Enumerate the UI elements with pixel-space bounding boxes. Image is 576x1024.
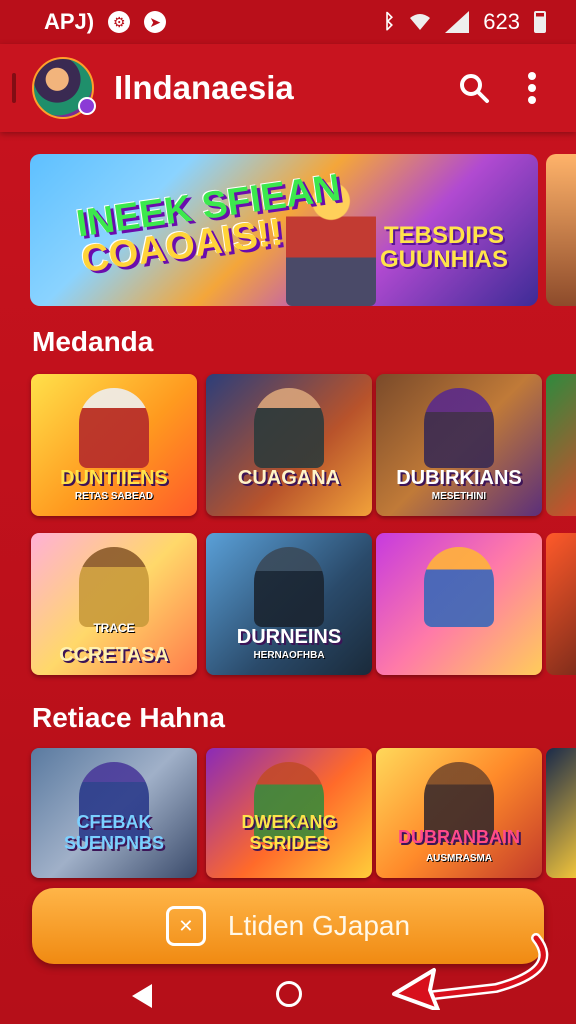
tile-peek[interactable] xyxy=(546,748,576,878)
next-banner-peek[interactable] xyxy=(546,154,576,306)
banner-subtitle-line2: GUUNHIAS xyxy=(380,246,509,273)
system-nav-bar xyxy=(0,964,576,1024)
tile-title: DUBIRKIANS xyxy=(396,467,522,489)
app-bar: Ilndanaesia xyxy=(0,44,576,132)
tile-title: CFEBAK SUENPNBS xyxy=(63,812,165,853)
game-tile[interactable]: TRACE CCRETASA xyxy=(31,533,197,675)
tile-title: CCRETASA xyxy=(59,644,169,666)
tile-title: DUBRANBAIN xyxy=(398,827,520,847)
tile-peek[interactable] xyxy=(546,533,576,675)
game-tile[interactable]: CFEBAK SUENPNBS xyxy=(31,748,197,878)
battery-text: 623 xyxy=(483,9,520,34)
more-button[interactable] xyxy=(508,64,556,112)
avatar[interactable] xyxy=(32,57,96,119)
tile-art xyxy=(254,388,324,468)
tile-art xyxy=(254,547,324,627)
game-tile[interactable]: DURNEINS HERNAOFHBA xyxy=(206,533,372,675)
game-tile[interactable]: DWEKANG SSRIDES xyxy=(206,748,372,878)
banner-subtitle: TEBSDIPS GUUNHIAS xyxy=(380,224,508,272)
tile-title: DUNTIIENS xyxy=(60,467,168,489)
tile-title: DURNEINS xyxy=(236,626,342,648)
tile-subtitle: HERNAOFHBA xyxy=(253,650,325,661)
status-carrier-text: APJ) xyxy=(44,9,95,34)
tile-title: DWEKANG SSRIDES xyxy=(241,812,337,853)
signal-icon xyxy=(445,11,470,33)
tile-subtitle: AUSMRASMA xyxy=(425,853,493,864)
cta-label: Ltiden GJapan xyxy=(227,910,411,941)
tile-subtitle: TRACE xyxy=(93,621,135,635)
game-tile[interactable]: DUBIRKIANS MESETHINI xyxy=(376,374,542,516)
tile-art xyxy=(79,547,149,627)
app-icon: ⚙ xyxy=(108,11,131,33)
bluetooth-icon: ᛒ xyxy=(383,10,396,33)
more-vert-icon xyxy=(528,72,536,104)
search-icon xyxy=(460,74,489,103)
drawer-handle[interactable] xyxy=(12,73,16,103)
game-tile[interactable]: CUAGANA xyxy=(206,374,372,516)
tile-subtitle: MESETHINI xyxy=(431,491,487,502)
tile-subtitle: RETAS SABEAD xyxy=(74,491,154,502)
game-tile[interactable]: DUBRANBAIN AUSMRASMA xyxy=(376,748,542,878)
game-tile[interactable] xyxy=(376,533,542,675)
location-icon: ➤ xyxy=(144,11,167,33)
game-tile[interactable]: DUNTIIENS RETAS SABEAD xyxy=(31,374,197,516)
launch-icon: ✕ xyxy=(165,906,206,946)
section-title-1: Medanda xyxy=(32,326,154,357)
battery-icon xyxy=(534,11,546,33)
back-icon[interactable] xyxy=(132,984,152,1008)
banner-subtitle-line1: TEBSDIPS xyxy=(383,222,505,249)
featured-banner[interactable]: INEEK SFIEAN COAOAIS!! TEBSDIPS GUUNHIAS xyxy=(30,154,538,306)
section-title-2: Retiace Hahna xyxy=(32,702,225,733)
search-button[interactable] xyxy=(450,64,498,112)
tile-art xyxy=(424,547,494,627)
wifi-icon xyxy=(410,14,431,30)
app-title: Ilndanaesia xyxy=(114,69,294,106)
avatar-badge xyxy=(78,97,96,115)
tile-peek[interactable] xyxy=(546,374,576,516)
tile-art xyxy=(79,388,149,468)
tile-art xyxy=(424,388,494,468)
status-bar: APJ) ⚙ ➤ ᛒ 623 xyxy=(0,0,576,44)
home-icon[interactable] xyxy=(276,981,302,1007)
tile-title: CUAGANA xyxy=(237,467,341,489)
featured-carousel[interactable]: INEEK SFIEAN COAOAIS!! TEBSDIPS GUUNHIAS xyxy=(30,154,576,306)
